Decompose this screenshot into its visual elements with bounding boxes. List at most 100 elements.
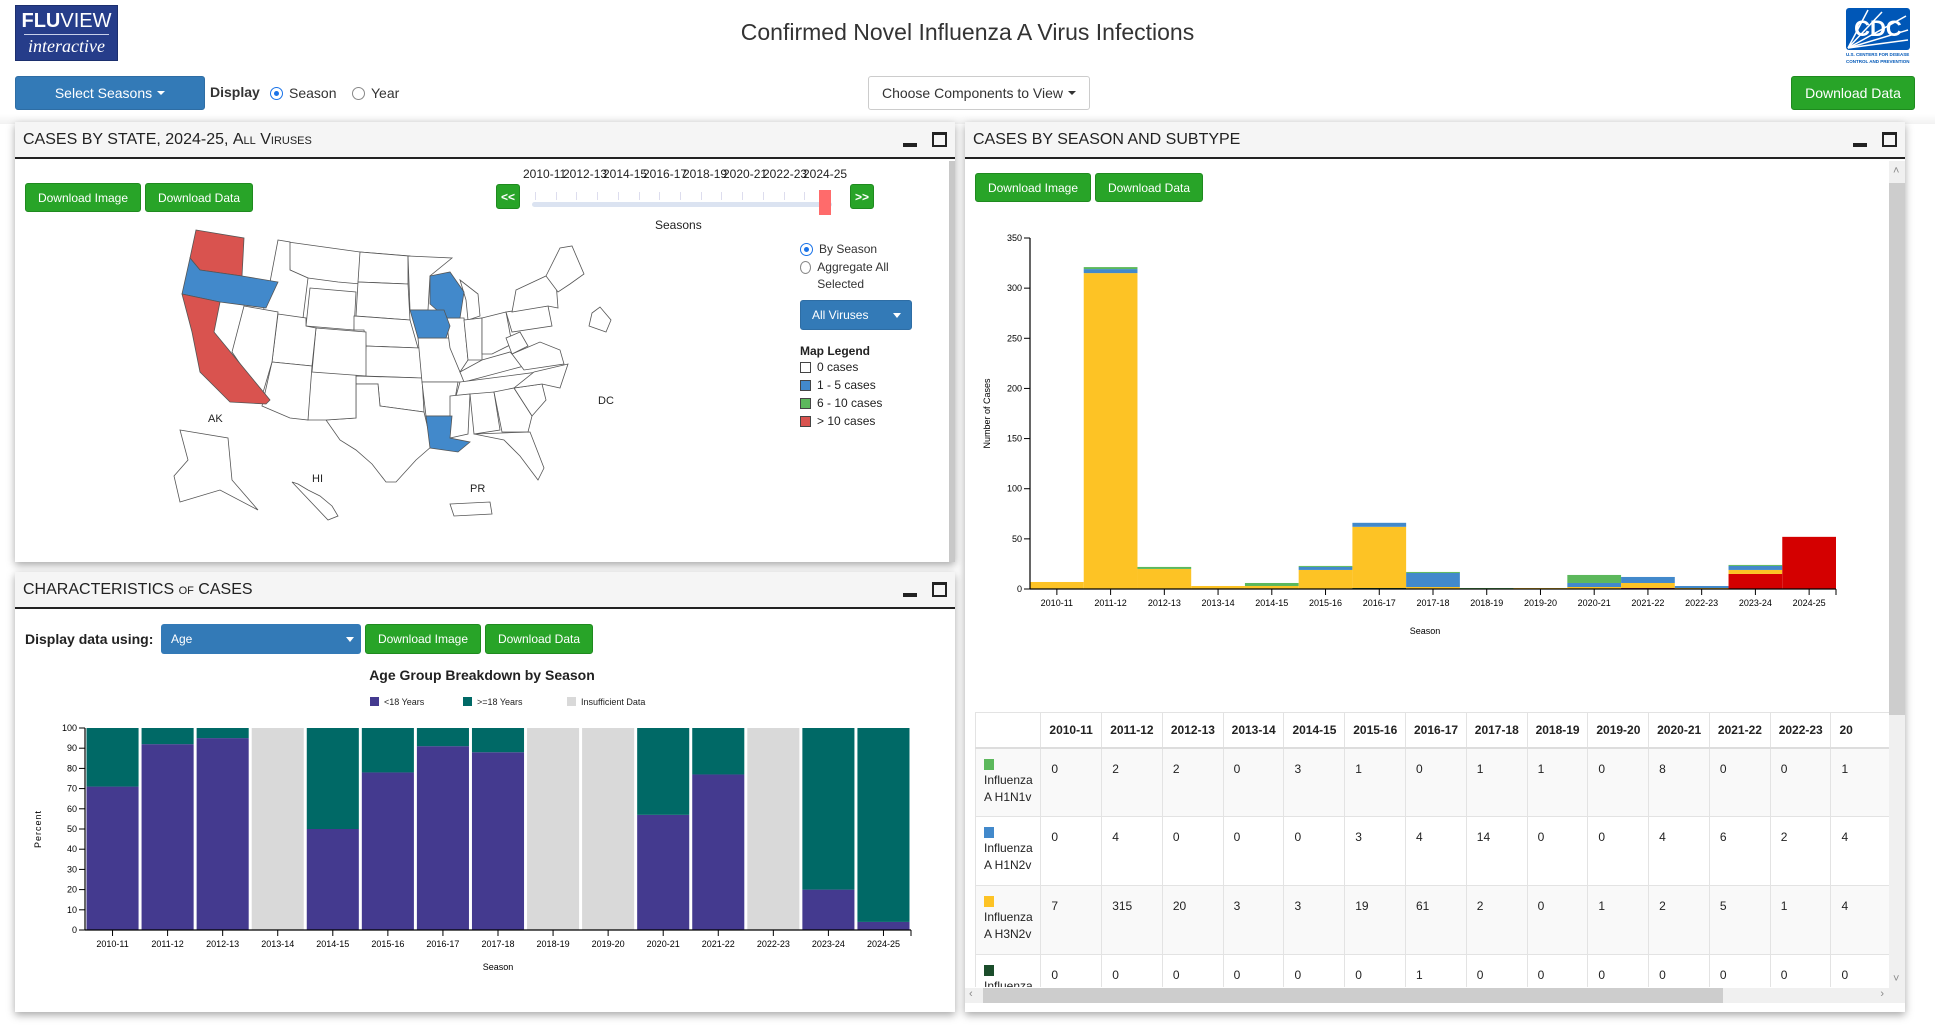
maximize-icon[interactable] <box>1882 132 1897 147</box>
bar-segment[interactable] <box>1083 273 1138 589</box>
state-DC[interactable] <box>588 306 612 333</box>
table-column-header[interactable]: 2011-12 <box>1101 712 1163 749</box>
virus-select[interactable]: All Viruses <box>800 300 912 330</box>
table-column-header[interactable]: 2020-21 <box>1648 712 1710 749</box>
bar-segment[interactable] <box>1728 564 1783 566</box>
bar-segment[interactable] <box>141 744 194 930</box>
table-column-header[interactable]: 2022-23 <box>1769 712 1832 749</box>
bar-segment[interactable] <box>637 728 690 815</box>
bar-segment[interactable] <box>1728 569 1783 574</box>
choose-components-button[interactable]: Choose Components to View <box>868 76 1090 110</box>
state-CO[interactable] <box>311 327 367 377</box>
table-column-header[interactable]: 2019-20 <box>1587 712 1650 749</box>
bar-segment[interactable] <box>1298 569 1353 589</box>
bar-segment[interactable] <box>361 728 414 773</box>
bar-segment[interactable] <box>141 728 194 745</box>
bar-segment[interactable] <box>1298 566 1353 570</box>
bar-segment[interactable] <box>1674 585 1729 588</box>
aggregate-radio[interactable]: Aggregate All Selected <box>800 259 920 293</box>
season-next-button[interactable]: >> <box>850 184 874 209</box>
bar-segment[interactable] <box>637 814 690 930</box>
scroll-down-icon[interactable]: ˅ <box>1893 973 1899 985</box>
scrollbar-thumb[interactable] <box>1889 183 1905 715</box>
table-column-header[interactable]: 2021-22 <box>1708 712 1771 749</box>
bar-segment[interactable] <box>1728 573 1783 589</box>
bar-segment[interactable] <box>1621 582 1675 588</box>
state-SD[interactable] <box>355 281 411 321</box>
table-column-header[interactable]: 20 <box>1830 712 1890 749</box>
state-MS[interactable] <box>449 393 471 439</box>
bar-segment[interactable] <box>251 728 304 930</box>
map-download-data-button[interactable]: Download Data <box>145 183 253 212</box>
radio-selected-icon[interactable] <box>270 86 283 100</box>
bar-segment[interactable] <box>747 728 800 930</box>
table-column-header[interactable]: 2013-14 <box>1222 712 1285 749</box>
minimize-icon[interactable] <box>903 143 917 147</box>
panel-vertical-scrollbar[interactable]: ˄ ˅ <box>1889 161 1905 1003</box>
bar-segment[interactable] <box>802 728 855 890</box>
table-column-header[interactable]: 2012-13 <box>1161 712 1224 749</box>
bar-segment[interactable] <box>361 772 414 930</box>
bar-segment[interactable] <box>1352 522 1407 527</box>
bar-segment[interactable] <box>416 746 469 930</box>
map-download-image-button[interactable]: Download Image <box>25 183 141 212</box>
bar-segment[interactable] <box>196 738 249 930</box>
bar-segment[interactable] <box>1567 574 1622 583</box>
scroll-left-icon[interactable]: ‹ <box>969 988 973 1000</box>
scroll-right-icon[interactable]: › <box>1880 988 1884 1000</box>
bar-segment[interactable] <box>1352 526 1407 588</box>
table-horizontal-scrollbar[interactable]: ‹ › <box>965 988 1890 1003</box>
bar-segment[interactable] <box>692 774 745 930</box>
bar-segment[interactable] <box>1406 571 1460 573</box>
state-HI[interactable] <box>291 481 339 521</box>
state-WY[interactable] <box>305 287 357 331</box>
bar-segment[interactable] <box>1244 582 1299 586</box>
bar-segment[interactable] <box>1137 568 1192 589</box>
bar-segment[interactable] <box>1782 536 1836 589</box>
bar-segment[interactable] <box>1083 269 1138 274</box>
subtype-download-data-button[interactable]: Download Data <box>1095 173 1203 202</box>
bar-segment[interactable] <box>582 728 635 930</box>
bar-segment[interactable] <box>527 728 580 930</box>
season-slider-track[interactable] <box>532 202 832 207</box>
bar-segment[interactable] <box>196 728 249 739</box>
bar-segment[interactable] <box>1621 576 1675 583</box>
table-column-header[interactable]: 2016-17 <box>1405 712 1467 749</box>
maximize-icon[interactable] <box>932 132 947 147</box>
season-slider-handle[interactable] <box>819 190 831 215</box>
bar-segment[interactable] <box>1728 565 1783 570</box>
state-KS[interactable] <box>363 345 423 379</box>
bar-segment[interactable] <box>471 752 525 930</box>
bar-segment[interactable] <box>1030 581 1084 589</box>
by-season-radio[interactable]: By Season <box>800 242 877 256</box>
table-column-header[interactable]: 2014-15 <box>1283 712 1346 749</box>
bar-segment[interactable] <box>86 728 139 787</box>
bar-segment[interactable] <box>692 728 745 775</box>
state-PR[interactable] <box>449 501 493 517</box>
season-prev-button[interactable]: << <box>496 184 520 209</box>
radio-unselected-icon[interactable] <box>352 86 365 100</box>
bar-segment[interactable] <box>471 728 525 753</box>
bar-segment[interactable] <box>306 829 359 930</box>
table-column-header[interactable]: 2018-19 <box>1526 712 1589 749</box>
bar-segment[interactable] <box>1137 566 1192 569</box>
char-download-image-button[interactable]: Download Image <box>365 624 481 654</box>
radio-unselected-icon[interactable] <box>800 261 812 274</box>
bar-segment[interactable] <box>802 889 855 930</box>
bar-segment[interactable] <box>86 786 139 930</box>
select-seasons-button[interactable]: Select Seasons <box>15 76 205 110</box>
table-column-header[interactable]: 2015-16 <box>1344 712 1406 749</box>
minimize-icon[interactable] <box>903 593 917 597</box>
bar-segment[interactable] <box>1298 565 1353 567</box>
bar-segment[interactable] <box>1567 582 1622 587</box>
scroll-up-icon[interactable]: ˄ <box>1893 165 1899 177</box>
download-data-button[interactable]: Download Data <box>1791 76 1915 110</box>
radio-selected-icon[interactable] <box>800 242 813 256</box>
table-column-header[interactable]: 2017-18 <box>1465 712 1528 749</box>
bar-segment[interactable] <box>1083 267 1138 270</box>
state-AK[interactable] <box>173 429 259 511</box>
minimize-icon[interactable] <box>1853 143 1867 147</box>
bar-segment[interactable] <box>1406 572 1460 587</box>
bar-segment[interactable] <box>857 921 910 930</box>
bar-segment[interactable] <box>306 728 359 829</box>
